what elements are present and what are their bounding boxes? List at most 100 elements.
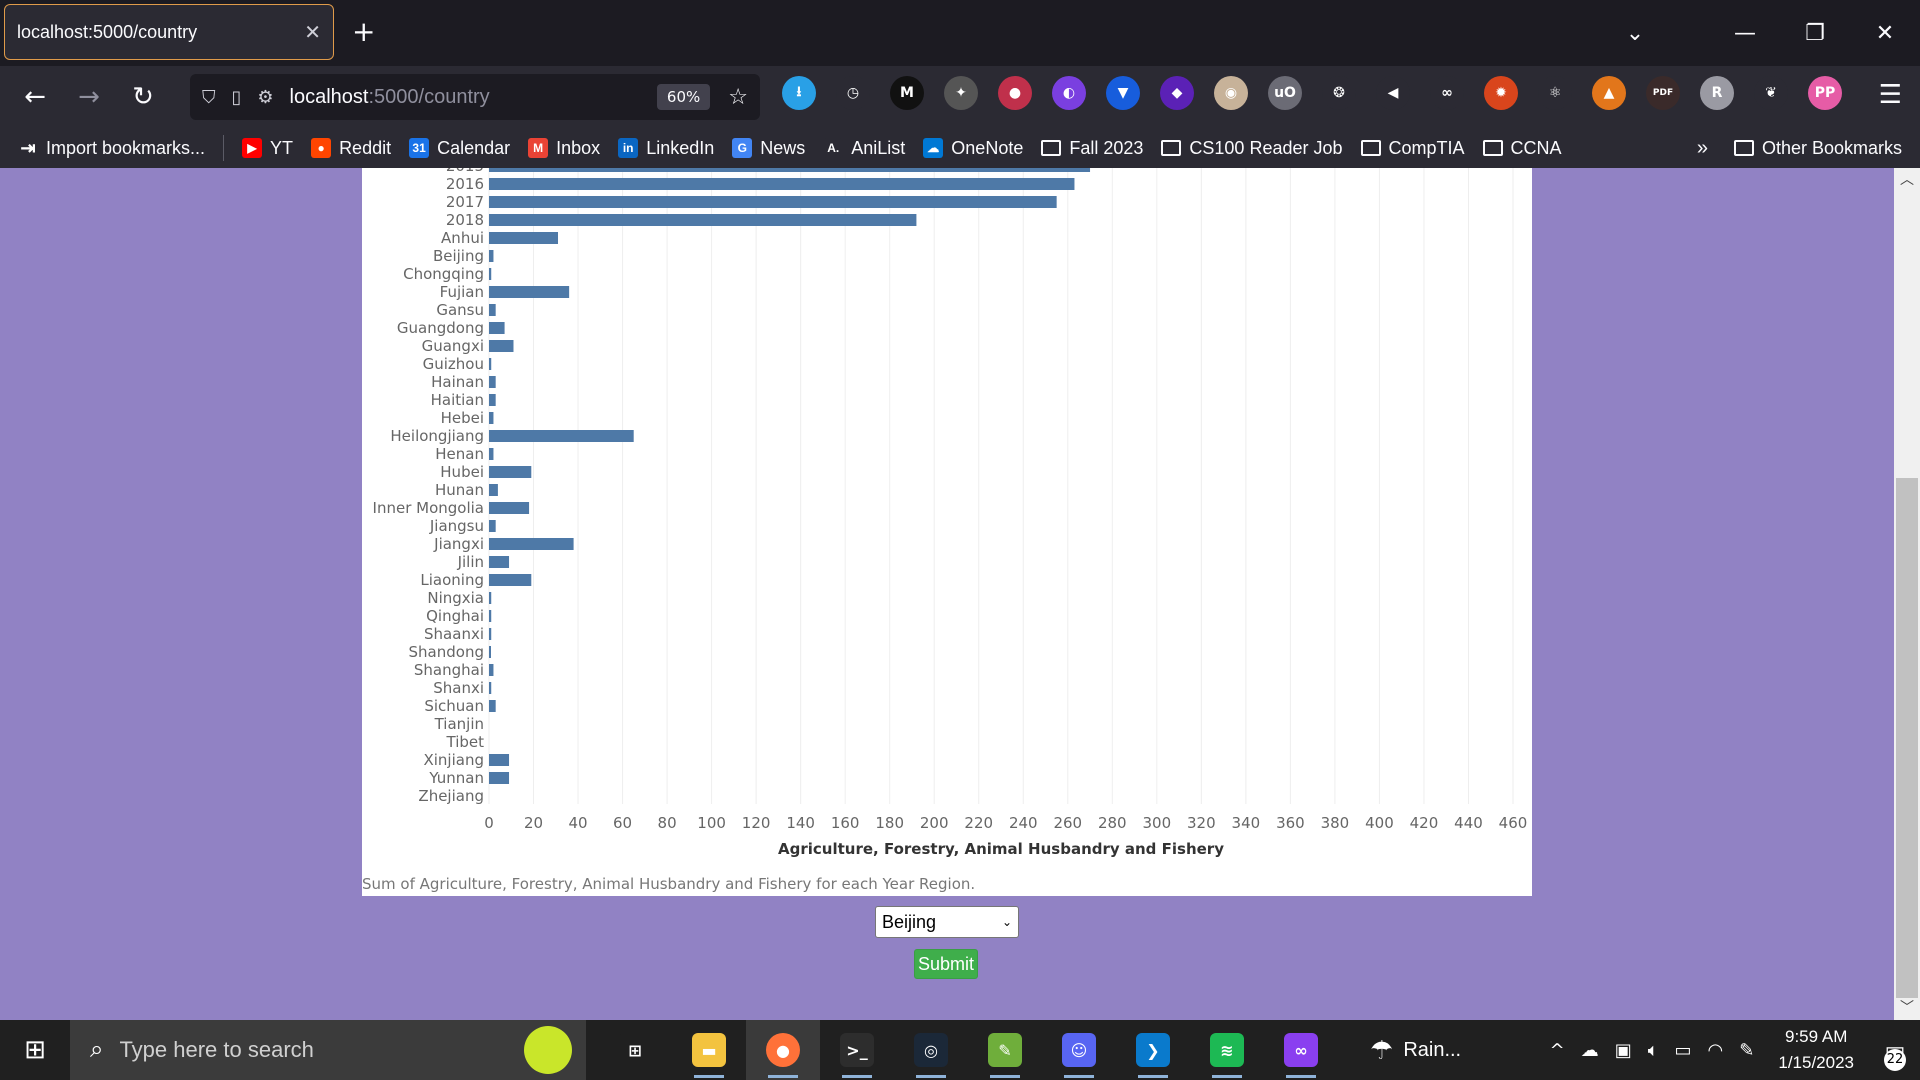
bar [489,340,514,352]
chevrons-right-icon[interactable]: » [1697,137,1708,160]
bookmark-calendar[interactable]: 31 Calendar [409,138,510,159]
battery-icon[interactable]: ▭ [1675,1040,1692,1061]
category-label: Anhui [441,229,484,247]
file-explorer-taskbar-button[interactable]: ▬ [672,1020,746,1080]
bitwarden-ext-icon[interactable]: ▼ [1106,76,1140,110]
glasses-ext-icon[interactable]: ∞ [1430,76,1464,110]
x-tick-label: 460 [1499,814,1528,832]
paw-ext-icon[interactable]: ❦ [1754,76,1788,110]
mask-app-taskbar-button[interactable]: ∞ [1264,1020,1338,1080]
close-window-icon[interactable]: ✕ [1850,21,1920,46]
volume-icon[interactable]: 🔈︎ [1648,1040,1659,1061]
back-arrow-icon[interactable]: ← [8,82,62,112]
x-tick-label: 0 [484,814,494,832]
ublock-ext-icon[interactable]: uO [1268,76,1302,110]
scroll-down-icon[interactable]: ﹀ [1894,996,1920,1020]
bookmark-inbox[interactable]: M Inbox [528,138,600,159]
pokeball-ext-icon[interactable]: ● [998,76,1032,110]
other-bookmarks-item[interactable]: Other Bookmarks [1733,138,1902,159]
terminal-taskbar-button[interactable]: >_ [820,1020,894,1080]
bookmark-reddit[interactable]: ● Reddit [311,138,391,159]
pdf-ext-icon[interactable]: PDF [1646,76,1680,110]
page-scrollbar[interactable]: ︿ ﹀ [1894,168,1920,1020]
discord-taskbar-button[interactable]: ☺ [1042,1020,1116,1080]
running-indicator [768,1075,798,1078]
bookmark-folder[interactable]: Fall 2023 [1041,138,1143,159]
import-bookmarks-item[interactable]: ⇥ Import bookmarks... [18,138,205,159]
mask-app-icon: ∞ [1284,1033,1318,1067]
task-view-icon: ⊞ [618,1033,652,1067]
browser-tab[interactable]: localhost:5000/country ✕ [4,4,334,60]
r-ext-icon[interactable]: R [1700,76,1734,110]
x-tick-label: 200 [920,814,949,832]
spotify-taskbar-button[interactable]: ≋ [1190,1020,1264,1080]
notepadpp-taskbar-button[interactable]: ✎ [968,1020,1042,1080]
bar [489,178,1075,190]
windows-start-icon[interactable]: ⊞ [0,1020,70,1080]
pen-icon[interactable]: ✎ [1739,1040,1754,1061]
metamask-ext-icon[interactable]: ▲ [1592,76,1626,110]
bookmark-linkedin[interactable]: in LinkedIn [618,138,714,159]
wifi-icon[interactable]: ◠ [1708,1040,1724,1061]
category-label: Inner Mongolia [373,499,484,517]
taskbar-search-box[interactable]: ⌕ Type here to search [70,1020,586,1080]
react-devtools-icon[interactable]: ⚛ [1538,76,1572,110]
scrollbar-thumb[interactable] [1896,478,1918,998]
scroll-up-icon[interactable]: ︿ [1894,168,1920,192]
page-viewport[interactable]: 2015201620172018AnhuiBeijingChongqingFuj… [0,168,1920,1020]
running-indicator [916,1075,946,1078]
category-label: Ningxia [427,589,484,607]
category-label: 2018 [446,211,484,229]
onedrive-error-icon[interactable]: ☁ [1581,1040,1599,1061]
ghostery-ext-icon[interactable]: ✦ [944,76,978,110]
x-tick-label: 380 [1321,814,1350,832]
bookmark-folder[interactable]: CCNA [1482,138,1562,159]
steam-taskbar-button[interactable]: ◎ [894,1020,968,1080]
profile-ext-icon[interactable]: PP [1808,76,1842,110]
hamburger-menu-icon[interactable]: ☰ [1879,80,1902,110]
history-icon[interactable]: ◷ [836,76,870,110]
submit-button[interactable]: Submit [914,949,978,979]
tray-chevron-up-icon[interactable]: ^ [1550,1040,1565,1061]
reload-icon[interactable]: ↻ [116,82,170,112]
chart-caption: Sum of Agriculture, Forestry, Animal Hus… [362,875,976,893]
medium-ext-icon[interactable]: M [890,76,924,110]
bookmark-folder[interactable]: CompTIA [1360,138,1465,159]
minimize-icon[interactable]: — [1710,21,1780,46]
cookie-ext-icon[interactable]: ❂ [1322,76,1356,110]
region-select[interactable]: Beijing ⌄ [875,906,1019,938]
page-icon[interactable]: ▯ [232,87,242,108]
notification-center-icon[interactable]: ▭22 [1870,1038,1920,1071]
vscode-taskbar-button[interactable]: ❯ [1116,1020,1190,1080]
notepadpp-icon: ✎ [988,1033,1022,1067]
fox-red-ext-icon[interactable]: ✹ [1484,76,1518,110]
clock[interactable]: 9:59 AM 1/15/2023 [1778,1024,1854,1076]
weather-widget[interactable]: ☂ Rain... [1370,1035,1461,1066]
download-icon[interactable]: ⭳ [782,76,816,110]
forward-arrow-icon[interactable]: → [62,82,116,112]
close-tab-icon[interactable]: ✕ [304,20,321,44]
bookmark-star-icon[interactable]: ☆ [728,85,748,110]
bookmark-folder[interactable]: CS100 Reader Job [1161,138,1343,159]
bar [489,376,496,388]
meet-now-icon[interactable]: ▣ [1615,1040,1632,1061]
bookmark-anilist[interactable]: A. AniList [823,138,905,159]
volume-ext-icon[interactable]: ◀ [1376,76,1410,110]
new-tab-icon[interactable]: + [352,16,375,48]
proton-ext-icon[interactable]: ◆ [1160,76,1194,110]
bookmark-separator [223,135,225,161]
category-label: Guangxi [422,337,484,355]
url-bar[interactable]: ⛉ ▯ ⚙ localhost:5000/country 60% ☆ [190,74,760,120]
firefox-relay-ext-icon[interactable]: ◐ [1052,76,1086,110]
bookmark-news[interactable]: G News [732,138,805,159]
firefox-taskbar-button[interactable]: ● [746,1020,820,1080]
shield-icon[interactable]: ⛉ [202,87,216,108]
task-view-taskbar-button[interactable]: ⊞ [598,1020,672,1080]
permissions-icon[interactable]: ⚙ [257,87,273,108]
bookmark-yt[interactable]: ▶ YT [242,138,293,159]
restore-icon[interactable]: ❐ [1780,21,1850,46]
tab-list-chevron-icon[interactable]: ⌄ [1600,21,1670,46]
zoom-level-button[interactable]: 60% [656,84,711,110]
bookmark-onenote[interactable]: ☁ OneNote [923,138,1023,159]
owl-ext-icon[interactable]: ◉ [1214,76,1248,110]
